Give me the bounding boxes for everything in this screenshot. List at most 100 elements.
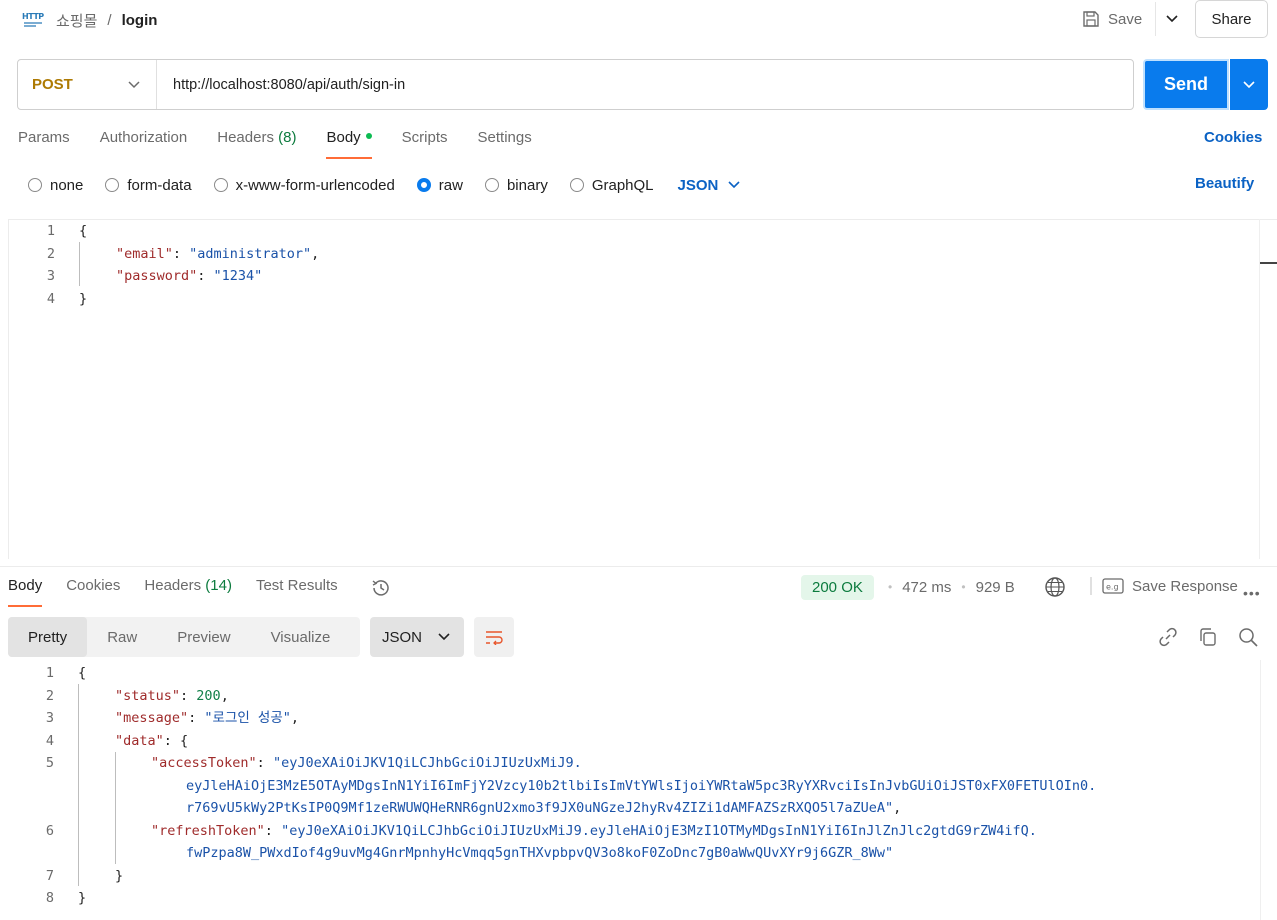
tab-authorization[interactable]: Authorization	[100, 129, 188, 159]
globe-icon[interactable]	[1044, 576, 1066, 601]
response-format-select[interactable]: JSON	[370, 617, 464, 657]
body-type-binary[interactable]: binary	[484, 177, 548, 194]
headers-count: (8)	[278, 129, 297, 146]
code-line: "message": "로그인 성공",	[115, 710, 300, 726]
save-options-button[interactable]	[1155, 2, 1187, 36]
status-badge[interactable]: 200 OK	[801, 575, 874, 600]
share-button[interactable]: Share	[1195, 0, 1268, 38]
line-number: 2	[45, 688, 54, 704]
save-label: Save	[1108, 10, 1143, 28]
body-type-none[interactable]: none	[28, 177, 83, 194]
search-icon[interactable]	[1237, 626, 1259, 648]
request-body-editor[interactable]: 1 2 3 4 { "email": "administrator", "pas…	[8, 219, 1277, 559]
response-time[interactable]: 472 ms	[902, 579, 951, 596]
body-type-raw[interactable]: raw	[416, 177, 463, 194]
pane-divider[interactable]	[0, 566, 1277, 567]
code-line: "refreshToken": "eyJ0eXAiOiJKV1QiLCJhbGc…	[151, 823, 1037, 839]
svg-text:HTTP: HTTP	[22, 12, 44, 21]
code-line-wrapped: fwPzpa8W_PWxdIof4g9uvMg4GnrMpnhyHcVmqq5g…	[186, 845, 894, 861]
line-number: 4	[46, 291, 55, 307]
tab-params[interactable]: Params	[18, 129, 70, 159]
method-select[interactable]: POST	[18, 60, 157, 109]
tab-body[interactable]: Body	[326, 129, 372, 159]
code-line: "data": {	[115, 733, 189, 749]
line-number: 1	[45, 665, 54, 681]
method-label: POST	[32, 76, 73, 93]
line-number: 6	[45, 823, 54, 839]
url-input[interactable]: http://localhost:8080/api/auth/sign-in	[157, 77, 405, 93]
request-tabs: Params Authorization Headers (8) Body Sc…	[18, 129, 532, 159]
code-line: "password": "1234"	[116, 268, 263, 284]
body-type-urlencoded[interactable]: x-www-form-urlencoded	[213, 177, 395, 194]
code-line: "accessToken": "eyJ0eXAiOiJKV1QiLCJhbGci…	[151, 755, 582, 771]
response-tab-body[interactable]: Body	[8, 577, 43, 607]
response-view-modes: Pretty Raw Preview Visualize	[8, 617, 360, 657]
body-type-selector: none form-data x-www-form-urlencoded raw…	[28, 174, 740, 196]
wrap-icon	[486, 631, 503, 645]
body-type-form-data[interactable]: form-data	[105, 177, 192, 194]
line-number: 5	[45, 755, 54, 771]
send-button[interactable]: Send	[1143, 59, 1229, 110]
line-number: 3	[45, 710, 54, 726]
response-headers-count: (14)	[205, 577, 232, 594]
chevron-down-icon	[438, 633, 450, 641]
cookies-link[interactable]: Cookies	[1204, 129, 1262, 146]
view-pretty[interactable]: Pretty	[8, 617, 88, 657]
save-button[interactable]: Save	[1082, 8, 1142, 30]
editor-scrollbar-track	[1259, 219, 1260, 559]
line-number: 7	[45, 868, 54, 884]
link-icon[interactable]	[1157, 626, 1179, 648]
json-open-brace: {	[78, 665, 87, 681]
response-meta: • 472 ms • 929 B	[888, 578, 1015, 596]
line-number: 1	[46, 223, 55, 239]
url-bar: POST http://localhost:8080/api/auth/sign…	[17, 59, 1134, 110]
wrap-lines-button[interactable]	[474, 617, 514, 657]
chevron-down-icon	[128, 80, 140, 88]
beautify-button[interactable]: Beautify	[1195, 175, 1254, 192]
tab-headers[interactable]: Headers (8)	[217, 129, 296, 159]
body-type-graphql[interactable]: GraphQL	[569, 177, 654, 194]
line-number: 3	[46, 268, 55, 284]
code-line-wrapped: r769vU5kWy2PtKsIP0Q9Mf1zeRWUWQHeRNR6gnU2…	[186, 800, 902, 816]
save-response-button[interactable]: e.g Save Response	[1090, 577, 1238, 595]
response-body-viewer[interactable]: 1 2 3 4 5 6 7 8 { "status": 200, "messag…	[8, 662, 1258, 920]
response-tabs: Body Cookies Headers (14) Test Results	[8, 577, 338, 607]
history-icon[interactable]	[370, 577, 392, 599]
breadcrumb: HTTP 쇼핑몰 / login	[22, 8, 157, 32]
tab-settings[interactable]: Settings	[478, 129, 532, 159]
tab-scripts[interactable]: Scripts	[402, 129, 448, 159]
code-line: "email": "administrator",	[116, 246, 320, 262]
floppy-icon	[1083, 11, 1099, 27]
send-options-button[interactable]	[1230, 59, 1268, 110]
response-tab-headers[interactable]: Headers (14)	[144, 577, 232, 607]
example-icon: e.g	[1102, 578, 1124, 594]
line-number: 2	[46, 246, 55, 262]
copy-icon[interactable]	[1197, 626, 1219, 648]
editor-scroll-marker[interactable]	[1260, 262, 1277, 264]
chevron-down-icon	[728, 181, 740, 189]
json-close-brace: }	[78, 890, 87, 906]
json-close-brace: }	[115, 868, 124, 884]
response-scrollbar-track	[1260, 660, 1261, 920]
body-format-select[interactable]: JSON	[678, 177, 741, 194]
line-number: 8	[45, 890, 54, 906]
chevron-down-icon	[1165, 15, 1178, 23]
code-line-wrapped: eyJleHAiOjE3MzE5OTAyMDgsInN1YiI6ImFjY2Vz…	[186, 778, 1097, 794]
view-preview[interactable]: Preview	[157, 617, 250, 657]
response-size[interactable]: 929 B	[976, 579, 1015, 596]
line-number: 4	[45, 733, 54, 749]
more-options-icon[interactable]: •••	[1243, 585, 1261, 601]
indent-guide	[115, 752, 116, 864]
response-tab-test-results[interactable]: Test Results	[256, 577, 338, 607]
svg-text:e.g: e.g	[1106, 583, 1119, 592]
code-line: "status": 200,	[115, 688, 229, 704]
json-close-brace: }	[79, 291, 88, 307]
request-name[interactable]: login	[122, 12, 158, 29]
collection-name[interactable]: 쇼핑몰	[56, 10, 97, 31]
response-tab-cookies[interactable]: Cookies	[66, 577, 120, 607]
http-request-icon: HTTP	[22, 10, 46, 30]
view-visualize[interactable]: Visualize	[251, 617, 351, 657]
breadcrumb-separator: /	[107, 11, 112, 29]
indent-guide	[78, 684, 79, 886]
view-raw[interactable]: Raw	[87, 617, 157, 657]
